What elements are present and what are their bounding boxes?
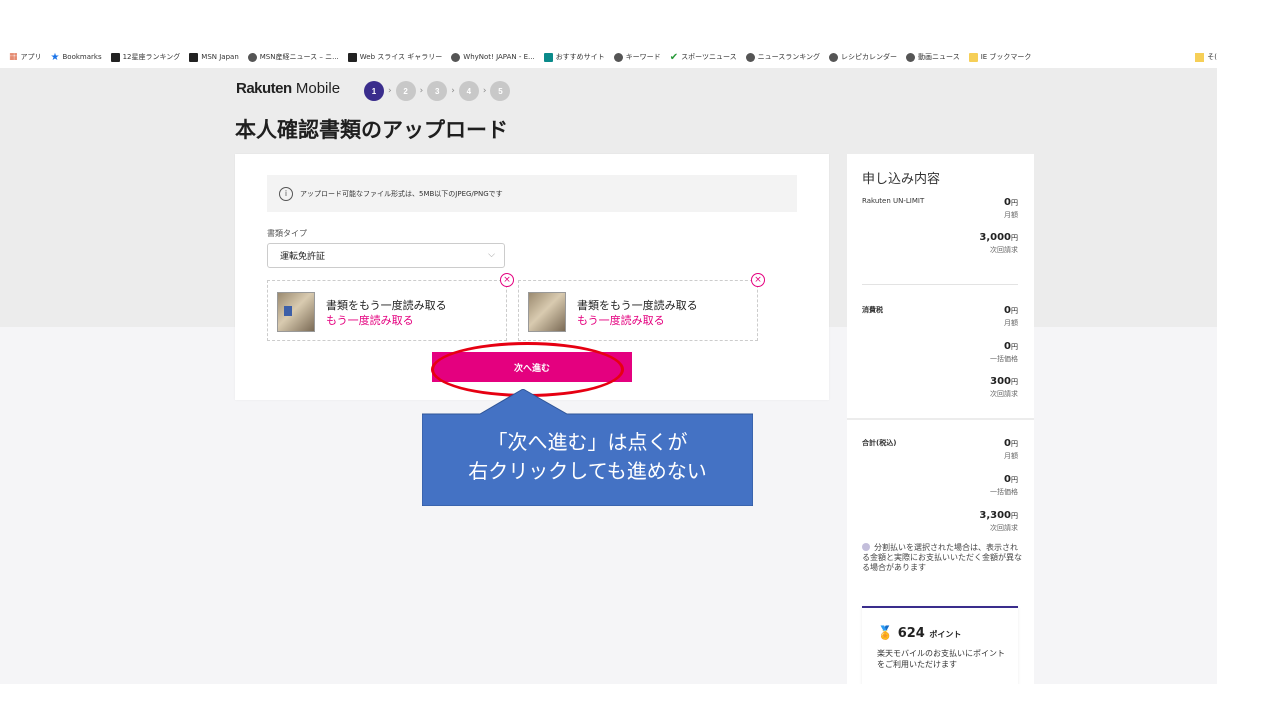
msn-icon [189,52,199,62]
step-separator-icon: › [419,86,424,96]
info-dot-icon [862,543,870,551]
folder-icon [1195,52,1205,62]
step-separator-icon: › [388,86,392,96]
total-lump-label: 一括価格 [990,488,1018,496]
rescan-link[interactable]: もう一度読み取る [577,312,665,328]
bookmark-bookmarks[interactable]: ★ Bookmarks [50,51,102,63]
rakuten-mobile-logo[interactable]: Rakuten Mobile [236,80,340,97]
doc-type-label: 書類タイプ [267,229,307,238]
tax-monthly-value: 0円 [1004,305,1018,316]
plan-monthly-label: 月額 [1004,211,1018,219]
globe-icon [906,52,916,62]
upload-title: 書類をもう一度読み取る [577,299,698,312]
step-separator-icon: › [482,86,487,96]
plan-next-value: 3,000円 [979,232,1018,243]
bookmark-apps[interactable]: ▦ アプリ [9,52,42,62]
bookmark-web-slice[interactable]: Web スライス ギャラリー [347,52,442,62]
bing-icon [543,52,553,62]
tax-monthly-label: 月額 [1004,319,1018,327]
bookmark-sports[interactable]: ✔ スポーツニュース [670,52,737,62]
remove-icon[interactable]: × [500,273,514,287]
points-value: 🏅 624 ポイント [877,626,962,641]
bookmark-keyword[interactable]: キーワード [613,52,661,62]
bookmarks-bar: ▦ アプリ ★ Bookmarks 12星座ランキング MSN Japan MSN産… [0,46,1217,68]
bookmark-recommended[interactable]: おすすめサイト [543,52,605,62]
bookmark-news-ranking[interactable]: ニュースランキング [745,52,820,62]
bookmark-horoscope[interactable]: 12星座ランキング [110,52,180,62]
license-thumbnail [528,292,566,332]
total-next-value: 3,300円 [979,510,1018,521]
bookmark-other[interactable]: そ( [1195,46,1217,68]
globe-icon [613,52,623,62]
step-2: 2 [395,81,416,101]
bookmark-whynot[interactable]: WhyNot! JAPAN - E... [451,52,535,62]
annotation-text: 「次へ進む」は点くが 右クリックしても進めない [468,430,707,483]
globe-icon [829,52,839,62]
total-monthly-label: 月額 [1004,452,1018,460]
tax-next-value: 300円 [990,376,1018,387]
info-icon: i [279,186,293,201]
plan-next-label: 次回請求 [990,246,1018,254]
chevron-down-icon: ⌵ [488,250,495,260]
globe-icon [451,52,461,62]
step-3: 3 [427,81,448,101]
sport-icon: ✔ [669,51,679,63]
bookmark-ie[interactable]: IE ブックマーク [968,52,1031,62]
page-title: 本人確認書類のアップロード [235,118,508,142]
summary-title: 申し込み内容 [862,172,941,187]
upload-title: 書類をもう一度読み取る [326,299,447,312]
bookmark-msn-japan[interactable]: MSN Japan [189,52,239,62]
file-format-notice: i アップロード可能なファイル形式は、5MB以下のJPEG/PNGです [267,175,797,212]
remove-icon[interactable]: × [751,273,765,287]
total-lump-value: 0円 [1004,474,1018,485]
installment-note: 分割払いを選択された場合は、表示される金額と実際にお支払いいただく金額が異なる場… [862,543,1022,572]
tax-lump-value: 0円 [1004,341,1018,352]
upload-slot-back[interactable]: 書類をもう一度読み取る もう一度読み取る × [518,273,765,341]
step-4: 4 [458,81,479,101]
total-next-label: 次回請求 [990,524,1018,532]
points-description: 楽天モバイルのお支払いにポイントをご利用いただけます [877,649,1005,669]
tax-next-label: 次回請求 [990,390,1018,398]
bookmark-msn-sankei[interactable]: MSN産経ニュース – ニ... [247,52,339,62]
upload-slot-front[interactable]: 書類をもう一度読み取る もう一度読み取る × [267,273,514,341]
points-box: 🏅 624 ポイント 楽天モバイルのお支払いにポイントをご利用いただけます [862,606,1018,684]
medal-icon: 🏅 [877,626,894,641]
rescan-link[interactable]: もう一度読み取る [326,312,414,328]
license-thumbnail [277,292,315,332]
star-icon: ★ [50,51,60,63]
folder-icon [968,52,978,62]
msn-icon [110,52,120,62]
msn-icon [347,52,357,62]
doc-type-select[interactable]: 運転免許証 ⌵ [267,243,505,268]
bookmark-recipe[interactable]: レシピカレンダー [829,52,897,62]
divider [862,284,1018,285]
progress-steps: 1 › 2 › 3 › 4 › 5 [364,81,511,101]
step-separator-icon: › [451,86,455,96]
step-5: 5 [490,81,511,101]
apps-icon: ▦ [9,51,18,62]
plan-monthly-value: 0円 [1004,197,1018,208]
globe-icon [247,52,257,62]
divider [847,418,1034,420]
total-monthly-value: 0円 [1004,438,1018,449]
globe-icon [745,52,755,62]
bookmark-video-news[interactable]: 動画ニュース [906,52,960,62]
order-summary: 申し込み内容 Rakuten UN-LIMIT 0円 月額 3,000円 次回請… [847,154,1034,684]
tax-lump-label: 一括価格 [990,355,1018,363]
step-1: 1 [364,81,384,101]
